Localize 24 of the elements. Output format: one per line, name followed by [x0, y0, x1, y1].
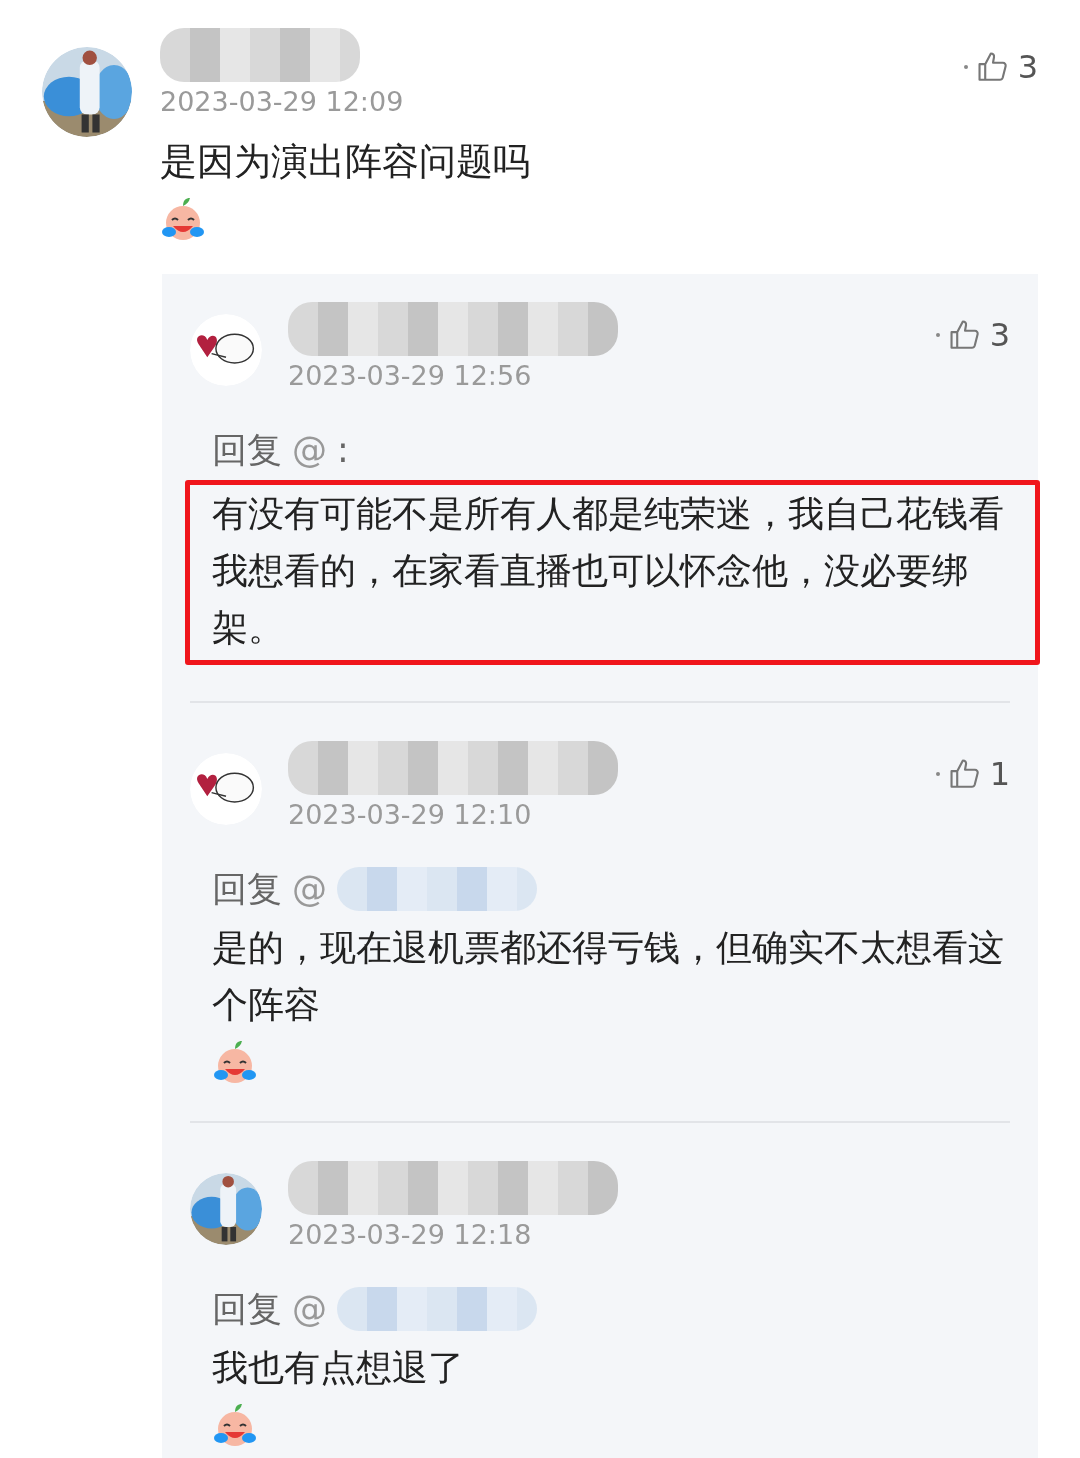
comment-text: 是因为演出阵容问题吗 [160, 139, 531, 185]
thumbs-up-icon[interactable] [947, 757, 982, 791]
mention-link[interactable]: @ [292, 1289, 327, 1329]
mention-link[interactable]: @ [292, 430, 327, 470]
reply-label: 回复 [212, 428, 282, 472]
reply-text: 我也有点想退了 [212, 1346, 465, 1390]
dot-icon [935, 333, 940, 337]
like-count: 3 [989, 316, 1010, 354]
comment-time: 2023-03-29 12:09 [160, 85, 404, 119]
colon: : [337, 430, 349, 470]
reply-text: 有没有可能不是所有人都是纯荣迷，我自己花钱看我想看的，在家看直播也可以怀念他，没必要绑架。 [212, 492, 1005, 650]
reply-text: 是的，现在退机票都还得亏钱，但确实不太想看这个阵容 [212, 926, 1005, 1027]
thumbs-up-icon[interactable] [947, 318, 982, 352]
reply-label: 回复 [212, 1287, 282, 1331]
dot-icon [935, 772, 940, 776]
like-count: 1 [989, 755, 1010, 793]
reply-time: 2023-03-29 12:56 [288, 359, 533, 393]
mention-link[interactable]: @ [292, 869, 327, 909]
dot-icon [963, 65, 968, 69]
thumbs-up-icon[interactable] [975, 50, 1010, 84]
reply-time: 2023-03-29 12:18 [288, 1218, 533, 1252]
reply-time: 2023-03-29 12:10 [288, 798, 533, 832]
reply-label: 回复 [212, 867, 282, 911]
like-count: 3 [1017, 48, 1038, 86]
